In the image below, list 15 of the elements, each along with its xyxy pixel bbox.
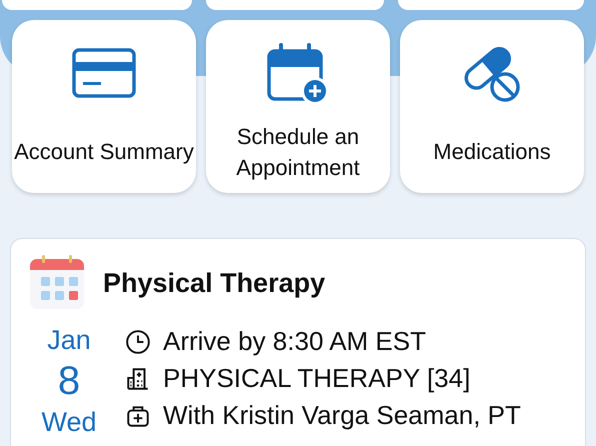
appointment-card[interactable]: Physical Therapy Jan 8 Wed Arrive by 8:30 AM EST PHYSICAL THERAPY [34] With Kristin Varga Seaman, PT [10,238,586,446]
clock-icon [125,328,151,354]
appointment-day: 8 [58,357,80,405]
appointment-month: Jan [47,324,91,357]
shortcut-tile[interactable]: Schedule an Appointment [206,20,390,193]
appointment-detail: Arrive by 8:30 AM EST [163,325,426,358]
appointment-detail: With Kristin Varga Seaman, PT [163,399,521,432]
building-icon [125,366,151,392]
calendar-icon [29,255,85,311]
appointment-detail: PHYSICAL THERAPY [34] [163,362,470,395]
appointment-weekday: Wed [41,406,97,439]
credit-card-icon [72,48,136,100]
shortcut-tile[interactable]: Medications [400,20,584,193]
shortcut-tile[interactable]: Account Summary [12,20,196,193]
appointment-title: Physical Therapy [103,266,326,300]
